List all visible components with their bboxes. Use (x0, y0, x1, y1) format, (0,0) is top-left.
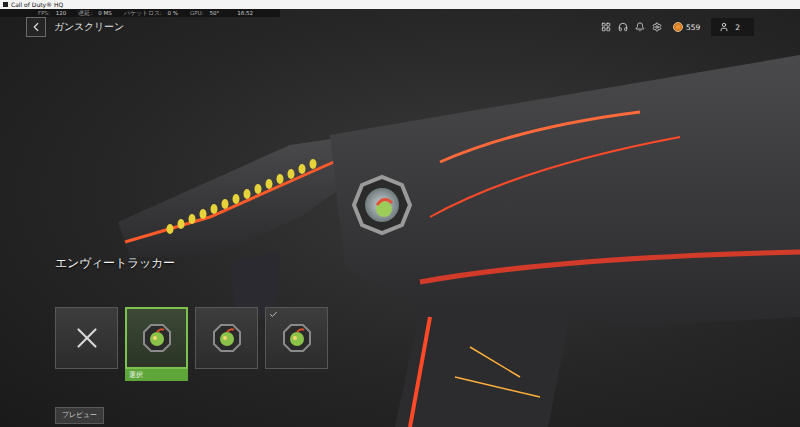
audio-button[interactable] (618, 22, 628, 32)
none-icon (70, 321, 104, 355)
app-icon (3, 2, 8, 7)
selected-label: 選択 (125, 369, 188, 381)
headset-icon (618, 22, 628, 32)
currency[interactable]: 559 (669, 22, 704, 32)
menu-button[interactable] (601, 22, 611, 32)
chevron-left-icon (29, 20, 43, 34)
performance-overlay: FPS:120 遅延:0 MS パケットロス:0 % GPU:50° 16:52 (0, 9, 280, 17)
stat-item: 16:52 (231, 9, 253, 17)
bell-icon (635, 22, 645, 32)
friends-button[interactable]: 2 (711, 18, 754, 36)
tracker-tile[interactable] (195, 307, 258, 369)
tracker-icon (142, 323, 172, 353)
settings-button[interactable] (652, 22, 662, 32)
tracker-icon (212, 323, 242, 353)
tracker-name: エンヴィートラッカー (55, 256, 800, 271)
header: ガンスクリーン 559 2 (0, 17, 800, 37)
user-icon (719, 22, 729, 32)
check-icon (269, 310, 278, 319)
coin-icon (673, 22, 683, 32)
stat-item: 遅延:0 MS (78, 9, 111, 17)
stat-item: FPS:120 (38, 9, 66, 17)
window-title-bar: Call of Duty® HQ (0, 0, 800, 9)
tracker-tile[interactable] (55, 307, 118, 369)
tracker-tile[interactable] (125, 307, 188, 369)
stat-item: GPU:50° (190, 9, 219, 17)
stat-item: パケットロス:0 % (124, 9, 178, 17)
back-button[interactable] (26, 17, 46, 37)
window-title: Call of Duty® HQ (11, 0, 63, 9)
preview-button[interactable]: プレビュー (55, 407, 104, 424)
notifications-button[interactable] (635, 22, 645, 32)
gun-render (0, 17, 800, 427)
page-title: ガンスクリーン (54, 21, 124, 34)
tracker-icon (282, 323, 312, 353)
tracker-tile[interactable] (265, 307, 328, 369)
grid-icon (601, 22, 611, 32)
tracker-options: 選択 (55, 307, 800, 381)
gunscreen: Call of Duty® HQFPS:120 遅延:0 MS パケットロス:0 %… (0, 0, 800, 427)
gear-icon (652, 22, 662, 32)
